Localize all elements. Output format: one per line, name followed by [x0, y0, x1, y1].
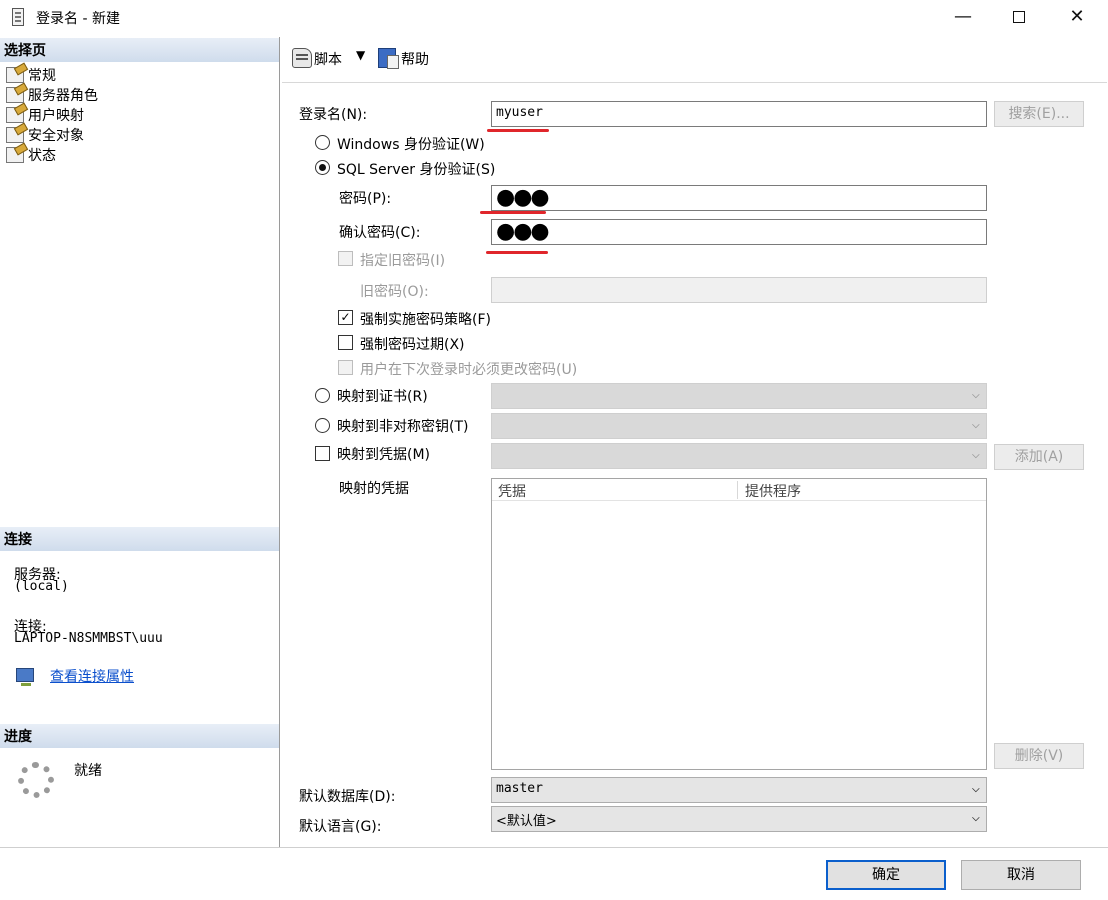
maximize-icon: [1013, 11, 1025, 23]
window-title: 登录名 - 新建: [36, 11, 120, 27]
page-item-label: 常规: [28, 68, 56, 84]
map-asymmetric-key-label[interactable]: 映射到非对称密钥(T): [337, 416, 468, 436]
footer-separator: [0, 847, 1108, 848]
credential-select[interactable]: ⌵: [491, 443, 987, 469]
page-item-label: 状态: [28, 148, 56, 164]
page-icon: [6, 87, 24, 103]
mapped-credentials-label: 映射的凭据: [339, 481, 409, 497]
page-icon: [6, 147, 24, 163]
select-page-header: 选择页: [0, 38, 279, 62]
connection-properties-icon: [16, 668, 34, 686]
window-icon: [12, 8, 24, 26]
connection-header: 连接: [0, 527, 279, 551]
enforce-policy-checkbox[interactable]: ✓: [338, 310, 353, 325]
default-language-select[interactable]: <默认值> ⌵: [491, 806, 987, 832]
page-item-securables[interactable]: 安全对象: [6, 125, 84, 145]
close-button[interactable]: ✕: [1048, 0, 1106, 36]
annotation-underline: [487, 129, 549, 132]
map-credential-checkbox[interactable]: [315, 446, 330, 461]
chevron-down-icon: ⌵: [971, 416, 980, 432]
annotation-underline: [486, 251, 548, 254]
toolbar-separator: [282, 82, 1107, 83]
sql-auth-radio[interactable]: [315, 160, 330, 175]
page-icon: [6, 127, 24, 143]
enforce-expiration-checkbox[interactable]: [338, 335, 353, 350]
windows-auth-radio[interactable]: [315, 135, 330, 150]
remove-credential-button[interactable]: 删除(V): [994, 743, 1084, 769]
page-item-general[interactable]: 常规: [6, 65, 56, 85]
default-database-value: master: [496, 781, 543, 796]
maximize-button[interactable]: [990, 0, 1048, 36]
minimize-button[interactable]: —: [934, 0, 992, 36]
page-item-user-mapping[interactable]: 用户映射: [6, 105, 84, 125]
default-language-value: <默认值>: [496, 814, 557, 829]
grid-header: [492, 479, 986, 501]
login-name-label: 登录名(N):: [299, 107, 368, 123]
page-item-server-roles[interactable]: 服务器角色: [6, 85, 98, 105]
view-connection-properties-link[interactable]: 查看连接属性: [50, 666, 134, 686]
map-certificate-radio[interactable]: [315, 388, 330, 403]
asymmetric-key-select[interactable]: ⌵: [491, 413, 987, 439]
annotation-underline: [480, 211, 546, 214]
map-certificate-label[interactable]: 映射到证书(R): [337, 386, 428, 406]
connection-value: LAPTOP-N8SMMBST\uuu: [14, 631, 163, 646]
default-language-label: 默认语言(G):: [299, 819, 382, 835]
ok-button[interactable]: 确定: [826, 860, 946, 890]
script-dropdown-arrow[interactable]: ▼: [356, 48, 365, 62]
old-password-input[interactable]: [491, 277, 987, 303]
page-item-label: 服务器角色: [28, 88, 98, 104]
map-credential-label[interactable]: 映射到凭据(M): [337, 444, 430, 464]
grid-column-credential[interactable]: 凭据: [498, 481, 526, 501]
progress-spinner-icon: [18, 762, 54, 798]
old-password-label: 旧密码(O):: [360, 284, 429, 300]
specify-old-password-checkbox[interactable]: [338, 251, 353, 266]
password-label: 密码(P):: [339, 191, 392, 207]
sql-auth-label[interactable]: SQL Server 身份验证(S): [337, 159, 495, 179]
cancel-button[interactable]: 取消: [961, 860, 1081, 890]
progress-header: 进度: [0, 724, 279, 748]
confirm-password-label: 确认密码(C):: [339, 225, 421, 241]
server-value: (local): [14, 579, 69, 594]
chevron-down-icon: ⌵: [971, 809, 980, 825]
help-icon[interactable]: [378, 48, 399, 69]
script-icon[interactable]: [292, 48, 312, 68]
login-name-input[interactable]: myuser: [491, 101, 987, 127]
script-button[interactable]: 脚本: [314, 49, 342, 69]
enforce-expiration-label[interactable]: 强制密码过期(X): [360, 334, 465, 354]
add-credential-button[interactable]: 添加(A): [994, 444, 1084, 470]
page-item-status[interactable]: 状态: [6, 145, 56, 165]
page-icon: [6, 107, 24, 123]
must-change-checkbox[interactable]: [338, 360, 353, 375]
chevron-down-icon: ⌵: [971, 446, 980, 462]
default-database-label: 默认数据库(D):: [299, 789, 396, 805]
grid-column-separator: [737, 481, 738, 499]
mapped-credentials-grid[interactable]: [491, 478, 987, 770]
search-button[interactable]: 搜索(E)...: [994, 101, 1084, 127]
grid-column-provider[interactable]: 提供程序: [745, 481, 801, 501]
chevron-down-icon: ⌵: [971, 780, 980, 796]
confirm-password-input[interactable]: ●●●: [491, 219, 987, 245]
specify-old-password-label: 指定旧密码(I): [360, 253, 446, 269]
chevron-down-icon: ⌵: [971, 386, 980, 402]
default-database-select[interactable]: master ⌵: [491, 777, 987, 803]
page-item-label: 用户映射: [28, 108, 84, 124]
page-icon: [6, 67, 24, 83]
windows-auth-label[interactable]: Windows 身份验证(W): [337, 134, 485, 154]
help-button[interactable]: 帮助: [401, 49, 429, 69]
password-input[interactable]: ●●●: [491, 185, 987, 211]
enforce-policy-label[interactable]: 强制实施密码策略(F): [360, 309, 491, 329]
progress-status: 就绪: [74, 763, 102, 779]
map-asymmetric-key-radio[interactable]: [315, 418, 330, 433]
certificate-select[interactable]: ⌵: [491, 383, 987, 409]
must-change-label: 用户在下次登录时必须更改密码(U): [360, 362, 578, 378]
page-item-label: 安全对象: [28, 128, 84, 144]
